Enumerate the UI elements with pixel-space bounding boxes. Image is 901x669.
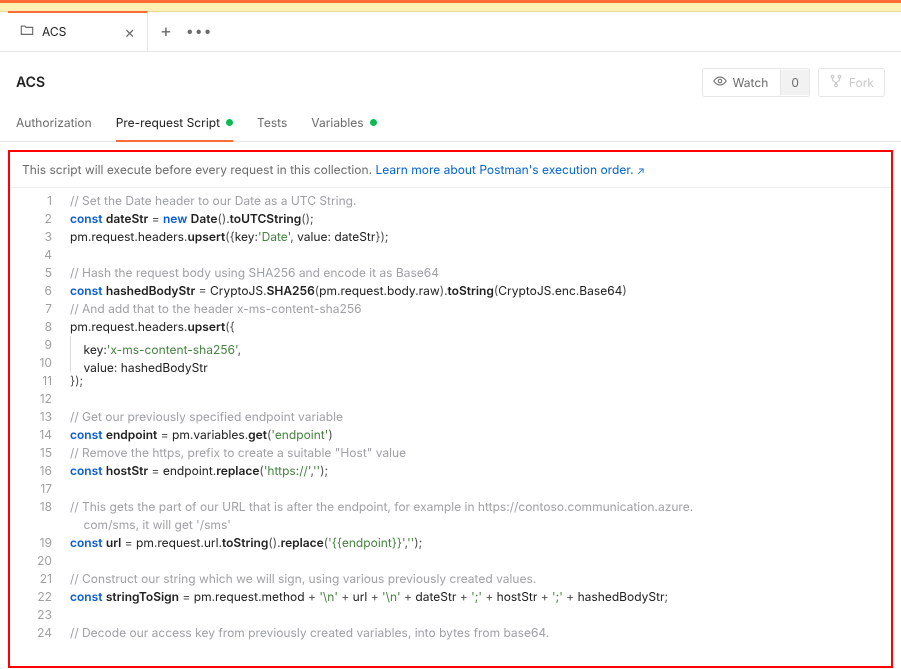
- fork-button[interactable]: Fork: [818, 68, 885, 97]
- watch-count: 0: [780, 70, 809, 95]
- collection-header: ACS Watch 0 Fork: [0, 52, 901, 107]
- tab-tests[interactable]: Tests: [257, 107, 287, 142]
- eye-icon: [713, 74, 727, 91]
- tab-label: ACS: [42, 24, 66, 39]
- code-editor[interactable]: 123456789101112131415161718192021222324 …: [10, 188, 891, 662]
- page-title: ACS: [16, 74, 45, 91]
- tab-authorization[interactable]: Authorization: [16, 107, 92, 142]
- close-icon[interactable]: ×: [124, 24, 135, 40]
- content-area: This script will execute before every re…: [8, 150, 893, 668]
- sub-tabs: Authorization Pre-request Script Tests V…: [0, 107, 901, 142]
- new-tab-button[interactable]: +: [160, 23, 172, 41]
- fork-icon: [829, 74, 843, 91]
- watch-button[interactable]: Watch 0: [702, 68, 810, 97]
- tab-variables[interactable]: Variables: [311, 107, 376, 142]
- modified-dot-icon: [226, 119, 233, 126]
- code-body[interactable]: // Set the Date header to our Date as a …: [66, 188, 891, 662]
- info-link[interactable]: Learn more about Postman's execution ord…: [375, 162, 644, 177]
- tab-options-button[interactable]: •••: [186, 23, 213, 40]
- watch-label: Watch: [733, 75, 769, 90]
- folder-icon: [20, 23, 34, 40]
- info-text: This script will execute before every re…: [22, 162, 375, 177]
- tab-bar: ACS × + •••: [0, 12, 901, 52]
- tab-acs[interactable]: ACS ×: [8, 11, 148, 51]
- tab-prerequest-script[interactable]: Pre-request Script: [116, 107, 233, 142]
- modified-dot-icon: [370, 119, 377, 126]
- fork-label: Fork: [849, 75, 874, 90]
- line-gutter: 123456789101112131415161718192021222324: [10, 188, 66, 662]
- external-link-icon: ↗: [637, 165, 645, 177]
- info-bar: This script will execute before every re…: [10, 152, 891, 188]
